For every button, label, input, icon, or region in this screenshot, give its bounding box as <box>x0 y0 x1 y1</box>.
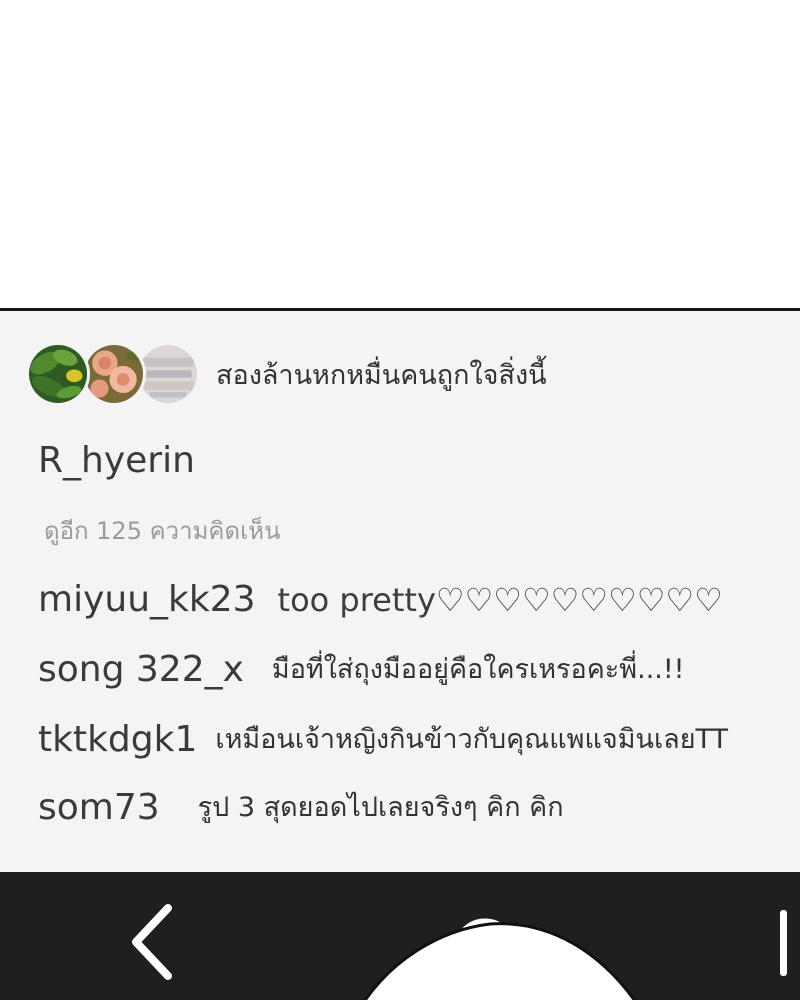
comment-item: song 322_x มือที่ใส่ถุงมืออยู่คือใครเหรอค… <box>38 644 800 696</box>
likes-count-text[interactable]: สองล้านหกหมื่นคนถูกใจสิ่งนี้ <box>216 358 547 394</box>
back-chevron-icon[interactable] <box>128 904 178 980</box>
comment-text: too pretty♡♡♡♡♡♡♡♡♡♡ <box>277 581 723 619</box>
system-navigation-bar <box>0 872 800 1000</box>
comment-text: มือที่ใส่ถุงมืออยู่คือใครเหรอคะพี่...!! <box>271 654 685 685</box>
comment-author[interactable]: song 322_x <box>38 644 244 696</box>
comment-author[interactable]: tktkdgk1 <box>38 714 197 766</box>
leaf-avatar[interactable] <box>26 342 90 406</box>
comment-text: เหมือนเจ้าหญิงกินข้าวกับคุณแพแจมินเลยTT <box>215 724 729 755</box>
comment-item: miyuu_kk23 too pretty♡♡♡♡♡♡♡♡♡♡ <box>38 574 800 626</box>
comment-item: som73 รูป 3 สุดยอดไปเลยจริงๆ คิก คิก <box>38 782 800 834</box>
blank-top-area <box>0 0 800 308</box>
comment-author[interactable]: som73 <box>38 782 160 834</box>
roses-avatar-image <box>85 345 143 403</box>
leaf-avatar-image <box>29 345 87 403</box>
overlapping-white-shape <box>340 908 660 1000</box>
post-username[interactable]: R_hyerin <box>38 438 195 484</box>
view-more-comments-link[interactable]: ดูอีก 125 ความคิดเห็น <box>44 514 281 548</box>
pale-sketch-avatar-image <box>139 345 197 403</box>
comment-item: tktkdgk1 เหมือนเจ้าหญิงกินข้าวกับคุณแพแจม… <box>38 714 800 766</box>
comment-text: รูป 3 สุดยอดไปเลยจริงๆ คิก คิก <box>197 792 564 823</box>
comment-author[interactable]: miyuu_kk23 <box>38 574 256 626</box>
roses-avatar[interactable] <box>82 342 146 406</box>
likes-row[interactable]: สองล้านหกหมื่นคนถูกใจสิ่งนี้ <box>26 342 626 408</box>
recents-bar-icon[interactable] <box>778 910 790 976</box>
